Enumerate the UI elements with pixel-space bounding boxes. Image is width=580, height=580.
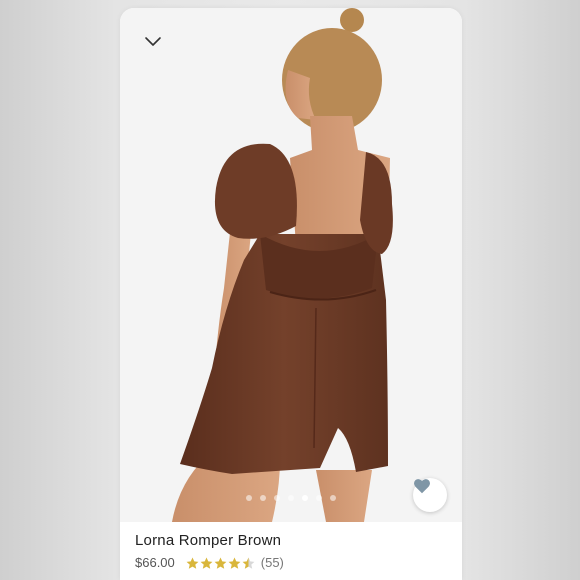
star-icon [186,557,199,569]
heart-icon [414,479,430,494]
pagination-dot[interactable] [274,495,280,501]
star-icon [228,557,241,569]
favorite-button[interactable] [413,478,447,512]
product-photo-illustration [120,8,462,522]
rating-stars [186,557,255,570]
star-icon [214,557,227,569]
pagination-dot[interactable] [246,495,252,501]
product-title: Lorna Romper Brown [135,532,282,549]
star-icon [242,557,255,569]
product-meta: $66.00 (55) [135,555,452,571]
chevron-down-icon [145,37,161,46]
pagination-dot[interactable] [260,495,266,501]
collapse-button[interactable] [144,36,170,56]
review-count[interactable]: (55) [261,555,284,571]
pagination-dot[interactable] [316,495,322,501]
pagination-dot[interactable] [288,495,294,501]
product-photo[interactable] [120,8,462,522]
product-info: Lorna Romper Brown $66.00 (55) [135,532,452,571]
gallery-pagination [120,495,462,501]
pagination-dot[interactable] [302,495,308,501]
star-icon [200,557,213,569]
product-price: $66.00 [135,555,175,570]
product-card: Lorna Romper Brown $66.00 (55) [120,8,462,580]
pagination-dot[interactable] [330,495,336,501]
